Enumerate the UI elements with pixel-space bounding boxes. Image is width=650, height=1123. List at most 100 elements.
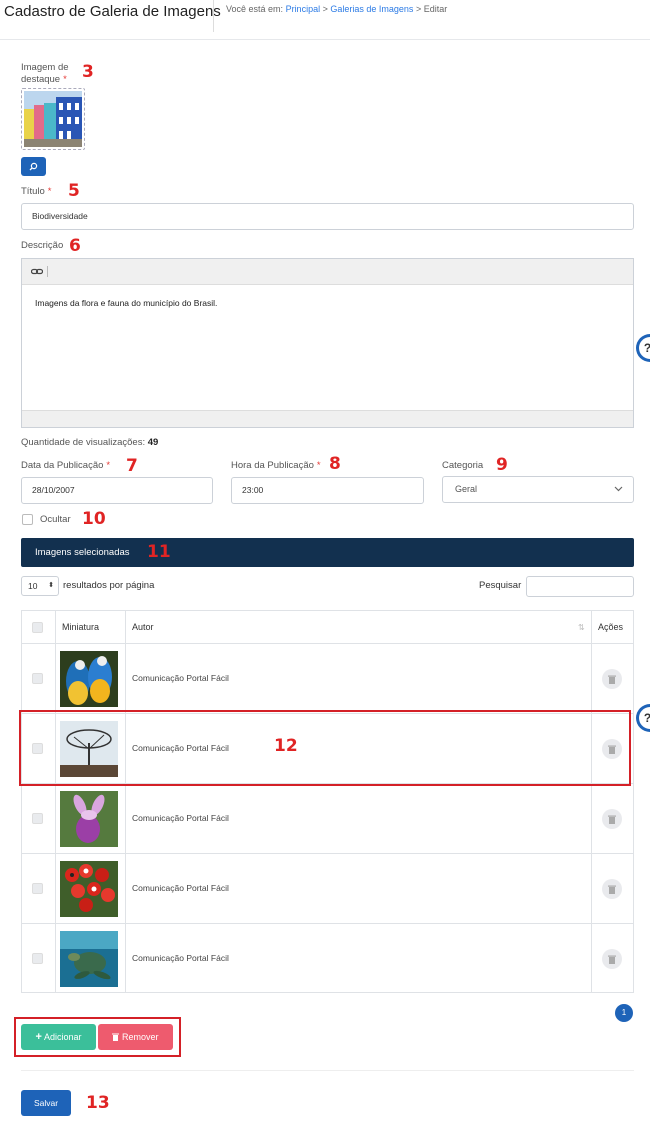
divider: [213, 0, 214, 32]
row-checkbox[interactable]: [32, 953, 43, 964]
table-row: Comunicação Portal Fácil: [22, 924, 633, 994]
breadcrumb: Você está em: Principal > Galerias de Im…: [226, 4, 447, 14]
row-checkbox[interactable]: [32, 813, 43, 824]
required-mark: *: [106, 460, 111, 471]
search-input[interactable]: [526, 576, 634, 597]
trash-icon: [608, 675, 616, 684]
hide-label: Ocultar: [40, 514, 71, 525]
trash-icon: [608, 815, 616, 824]
column-actions: Ações: [598, 622, 624, 632]
delete-button[interactable]: [602, 879, 622, 899]
row-author: Comunicação Portal Fácil: [132, 673, 229, 683]
trash-icon: [608, 885, 616, 894]
page-title: Cadastro de Galeria de Imagens: [4, 3, 221, 20]
editor-toolbar: [22, 259, 633, 285]
delete-button[interactable]: [602, 669, 622, 689]
views-value: 49: [147, 437, 159, 448]
search-icon: [29, 162, 38, 171]
select-all-checkbox[interactable]: [32, 622, 43, 633]
highlight-row-box: [19, 710, 631, 786]
colorful-houses-image: [24, 91, 82, 147]
date-label: Data da Publicação *: [21, 460, 110, 471]
row-checkbox[interactable]: [32, 673, 43, 684]
select-image-button[interactable]: [21, 157, 46, 176]
divider: [21, 1070, 634, 1071]
save-button[interactable]: Salvar: [21, 1090, 71, 1116]
sort-icon[interactable]: ⇅: [578, 611, 585, 644]
category-label: Categoria: [442, 460, 484, 471]
featured-image-preview[interactable]: [21, 88, 85, 150]
breadcrumb-separator: >: [415, 4, 422, 14]
add-button[interactable]: + Adicionar: [21, 1024, 96, 1050]
selected-images-title: Imagens selecionadas: [35, 547, 130, 558]
thumbnail-guarana[interactable]: [60, 861, 118, 917]
table-header-row: [22, 611, 633, 644]
turtle-image: [60, 931, 118, 987]
column-author[interactable]: Autor: [132, 611, 154, 644]
pagination-page[interactable]: 1: [615, 1004, 633, 1022]
date-input[interactable]: 28/10/2007: [21, 477, 213, 504]
required-mark: *: [47, 186, 52, 197]
title-label: Título *: [21, 186, 51, 197]
annotation-11: 11: [147, 542, 171, 562]
views-count: Quantidade de visualizações: 49: [21, 437, 158, 448]
time-label: Hora da Publicação *: [231, 460, 321, 471]
macaws-image: [60, 651, 118, 707]
annotation-10: 10: [82, 509, 106, 529]
table-row: Comunicação Portal Fácil: [22, 644, 633, 714]
required-mark: *: [63, 74, 67, 85]
description-editor[interactable]: Imagens da flora e fauna do município do…: [21, 258, 634, 428]
remove-button[interactable]: Remover: [98, 1024, 173, 1050]
breadcrumb-galerias[interactable]: Galerias de Imagens: [330, 4, 413, 14]
title-input[interactable]: Biodiversidade: [21, 203, 634, 230]
sort-updown-icon: ⬍: [48, 582, 54, 589]
time-input[interactable]: 23:00: [231, 477, 424, 504]
page-size-select[interactable]: 10 ⬍: [21, 576, 59, 596]
breadcrumb-principal[interactable]: Principal: [286, 4, 321, 14]
page-size-value: 10: [28, 581, 38, 591]
hide-checkbox[interactable]: [22, 514, 33, 525]
table-row: Comunicação Portal Fácil: [22, 784, 633, 854]
plus-icon: +: [35, 1031, 42, 1043]
featured-image-label: Imagem de destaque *: [21, 62, 69, 86]
annotation-6: 6: [69, 236, 81, 256]
date-label-text: Data da Publicação: [21, 460, 104, 471]
annotation-13: 13: [86, 1093, 110, 1113]
thumbnail-macaws[interactable]: [60, 651, 118, 707]
remove-label: Remover: [122, 1032, 159, 1042]
required-mark: *: [316, 460, 321, 471]
annotation-5: 5: [68, 181, 80, 201]
row-author: Comunicação Portal Fácil: [132, 813, 229, 823]
delete-button[interactable]: [602, 949, 622, 969]
images-table: Miniatura Autor ⇅ Ações Comunicação Port…: [21, 610, 634, 993]
thumbnail-orchid[interactable]: [60, 791, 118, 847]
thumbnail-turtle[interactable]: [60, 931, 118, 987]
guarana-image: [60, 861, 118, 917]
featured-image-label-line2: destaque: [21, 74, 61, 85]
featured-image-label-line1: Imagem de: [21, 62, 69, 73]
search-label: Pesquisar: [479, 580, 522, 591]
views-label: Quantidade de visualizações:: [21, 437, 146, 448]
title-label-text: Título: [21, 186, 45, 197]
selected-images-header: Imagens selecionadas: [21, 538, 634, 567]
table-row: Comunicação Portal Fácil: [22, 854, 633, 924]
annotation-7: 7: [126, 456, 138, 476]
trash-icon: [608, 955, 616, 964]
category-select[interactable]: Geral: [442, 476, 634, 503]
breadcrumb-prefix: Você está em:: [226, 4, 284, 14]
annotation-9: 9: [496, 455, 508, 475]
trash-icon: [112, 1033, 120, 1041]
link-icon[interactable]: [31, 267, 43, 276]
add-label: Adicionar: [43, 1032, 82, 1042]
annotation-12: 12: [274, 736, 298, 756]
breadcrumb-current: Editar: [423, 4, 448, 14]
top-bar: Cadastro de Galeria de Imagens Você está…: [0, 0, 650, 40]
column-thumbnail: Miniatura: [62, 622, 100, 632]
row-checkbox[interactable]: [32, 883, 43, 894]
description-text[interactable]: Imagens da flora e fauna do município do…: [35, 298, 217, 308]
row-author: Comunicação Portal Fácil: [132, 883, 229, 893]
category-value: Geral: [455, 484, 478, 494]
annotation-8: 8: [329, 454, 341, 474]
delete-button[interactable]: [602, 809, 622, 829]
chevron-down-icon: [614, 486, 623, 492]
